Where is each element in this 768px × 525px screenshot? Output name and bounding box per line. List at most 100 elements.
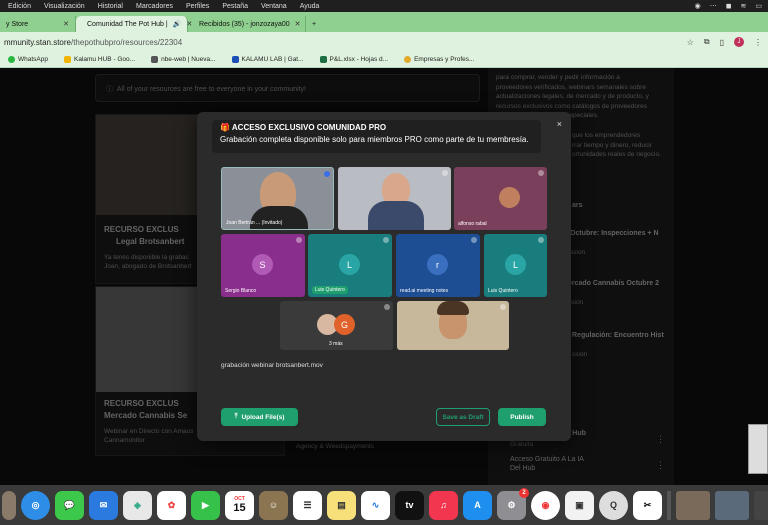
bookmark-whatsapp[interactable]: WhatsApp <box>8 55 48 63</box>
menu-historial[interactable]: Historial <box>98 3 123 10</box>
new-tab-button[interactable]: + <box>306 16 322 32</box>
dots-icon[interactable]: ⋯ <box>710 2 717 10</box>
menu-icon[interactable]: ⋮ <box>754 38 762 47</box>
video-preview[interactable]: Joan Bertrán ... (Invitado) alfonso raba… <box>221 167 547 350</box>
participant-name: alfonso rabal <box>458 221 487 227</box>
stop-icon[interactable]: ◼ <box>726 2 732 10</box>
recent-window-thumb[interactable] <box>715 490 749 520</box>
status-icons: ◉ ⋯ ◼ ≋ ▭ <box>695 2 768 10</box>
mic-off-icon <box>383 237 389 243</box>
mic-off-icon <box>471 237 477 243</box>
participant-avatar <box>499 187 520 208</box>
participant-tile <box>397 301 509 350</box>
menu-ayuda[interactable]: Ayuda <box>300 3 320 10</box>
bookmark-label: nbe-web | Nueva... <box>161 56 216 64</box>
participant-body <box>368 201 424 230</box>
mic-off-icon <box>442 170 448 176</box>
link-icon <box>151 55 159 63</box>
menu-marcadores[interactable]: Marcadores <box>136 3 173 10</box>
tab-comunidad[interactable]: Comunidad The Pot Hub | 🔊 ✕ <box>76 16 192 32</box>
bookmark-label: P&L.xlsx - Hojas d... <box>329 56 389 64</box>
finder-partial-icon[interactable] <box>2 490 16 520</box>
participant-tile: r read.ai meeting notes <box>396 234 480 297</box>
mic-off-icon <box>538 237 544 243</box>
bookmark-label: Kalamu HUB - Goo... <box>74 56 136 64</box>
participant-name: Luis Quintero <box>488 288 518 294</box>
bookmark-nbe-web[interactable]: nbe-web | Nueva... <box>151 55 216 64</box>
mic-off-icon <box>538 170 544 176</box>
menu-ventana[interactable]: Ventana <box>261 3 287 10</box>
bookmark-kalamu-lab[interactable]: KALAMU LAB | Gat... <box>231 55 304 63</box>
messages-icon[interactable]: 💬 <box>55 490 84 520</box>
drive-icon <box>64 55 71 63</box>
gift-icon: 🎁 <box>220 123 230 132</box>
recent-window-thumb[interactable] <box>676 490 710 520</box>
close-icon[interactable]: ✕ <box>295 20 301 28</box>
participant-tile: L Luis Quintero <box>484 234 547 297</box>
photos-icon[interactable]: ✿ <box>157 490 186 520</box>
freeform-icon[interactable]: ∿ <box>361 490 390 520</box>
bookmark-empresas[interactable]: Empresas y Profes... <box>404 55 475 64</box>
participant-avatar: S <box>252 254 273 275</box>
facetime-icon[interactable]: ▶ <box>191 490 220 520</box>
appstore-icon[interactable]: A <box>463 490 492 520</box>
participant-name: Sergio Blanco <box>225 288 257 294</box>
participant-body <box>250 206 308 229</box>
participant-name: read.ai meeting notes <box>400 288 449 294</box>
speaker-icon[interactable]: 🔊 <box>173 20 182 28</box>
menu-pestana[interactable]: Pestaña <box>222 3 248 10</box>
participant-avatar: L <box>339 254 360 275</box>
participant-avatar: G <box>334 314 355 335</box>
address-bar[interactable]: mmunity.stan.store/thepothubpro/resource… <box>0 32 768 52</box>
menu-perfiles[interactable]: Perfiles <box>186 3 209 10</box>
quicktime-icon[interactable]: Q <box>599 490 628 520</box>
appletv-icon[interactable]: tv <box>395 490 424 520</box>
url-text[interactable]: mmunity.stan.store/thepothubpro/resource… <box>4 38 182 47</box>
participant-tile: L Luis Quintero <box>308 234 392 297</box>
upload-files-button[interactable]: ⤒ Upload File(s) <box>221 408 298 426</box>
screenshot-thumbnail[interactable] <box>748 424 768 474</box>
music-icon[interactable]: ♫ <box>429 490 458 520</box>
calendar-icon[interactable]: OCT 15 <box>225 490 254 520</box>
close-button[interactable]: × <box>557 119 562 129</box>
participant-tile: S Sergio Blanco <box>221 234 305 297</box>
preview-icon[interactable]: ▣ <box>565 490 594 520</box>
safari-icon[interactable]: ◎ <box>21 490 50 520</box>
extension-icon[interactable]: ⧉ <box>704 37 710 47</box>
reminders-icon[interactable]: ☰ <box>293 490 322 520</box>
pro-banner: 🎁 ACCESO EXCLUSIVO COMUNIDAD PRO Grabaci… <box>212 120 541 153</box>
save-draft-button[interactable]: Save as Draft <box>436 408 490 426</box>
star-icon[interactable]: ☆ <box>687 38 694 47</box>
tab-store[interactable]: y Store ✕ <box>0 16 76 32</box>
participant-name: Luis Quintero <box>312 286 348 294</box>
battery-icon[interactable]: ▭ <box>755 2 762 10</box>
tab-gmail[interactable]: Recibidos (35) - jonzozaya00 ✕ <box>188 16 306 32</box>
bookmark-label: Empresas y Profes... <box>414 56 475 64</box>
menu-edicion[interactable]: Edición <box>8 3 31 10</box>
whatsapp-icon <box>8 55 15 63</box>
participant-name: 3 más <box>329 341 343 347</box>
maps-icon[interactable]: ◈ <box>123 490 152 520</box>
profile-avatar[interactable]: J <box>734 37 744 47</box>
participant-tile: G 3 más <box>280 301 393 350</box>
publish-button[interactable]: Publish <box>498 408 546 426</box>
sheets-icon <box>319 55 327 63</box>
notes-icon[interactable]: ▤ <box>327 490 356 520</box>
mail-icon[interactable]: ✉ <box>89 490 118 520</box>
contacts-icon[interactable]: ☺ <box>259 490 288 520</box>
settings-icon[interactable]: ⚙ 2 <box>497 487 529 520</box>
sidebar-icon[interactable]: ▯ <box>720 38 724 47</box>
resource-modal: 🎁 ACCESO EXCLUSIVO COMUNIDAD PRO Grabaci… <box>197 112 571 441</box>
menu-visualizacion[interactable]: Visualización <box>44 3 85 10</box>
kalamu-icon <box>231 55 239 63</box>
chrome-icon[interactable]: ◉ <box>531 490 560 520</box>
wifi-icon[interactable]: ≋ <box>741 2 747 10</box>
bookmark-pl[interactable]: P&L.xlsx - Hojas d... <box>319 55 389 64</box>
rec-icon[interactable]: ◉ <box>695 2 701 10</box>
close-icon[interactable]: ✕ <box>63 20 69 28</box>
mic-off-icon <box>500 304 506 310</box>
bookmark-kalamu-hub[interactable]: Kalamu HUB - Goo... <box>64 55 136 64</box>
tab-comunidad-label: Comunidad The Pot Hub | <box>87 20 168 28</box>
trash-icon[interactable] <box>754 490 768 520</box>
capcut-icon[interactable]: ✂ <box>633 490 662 520</box>
